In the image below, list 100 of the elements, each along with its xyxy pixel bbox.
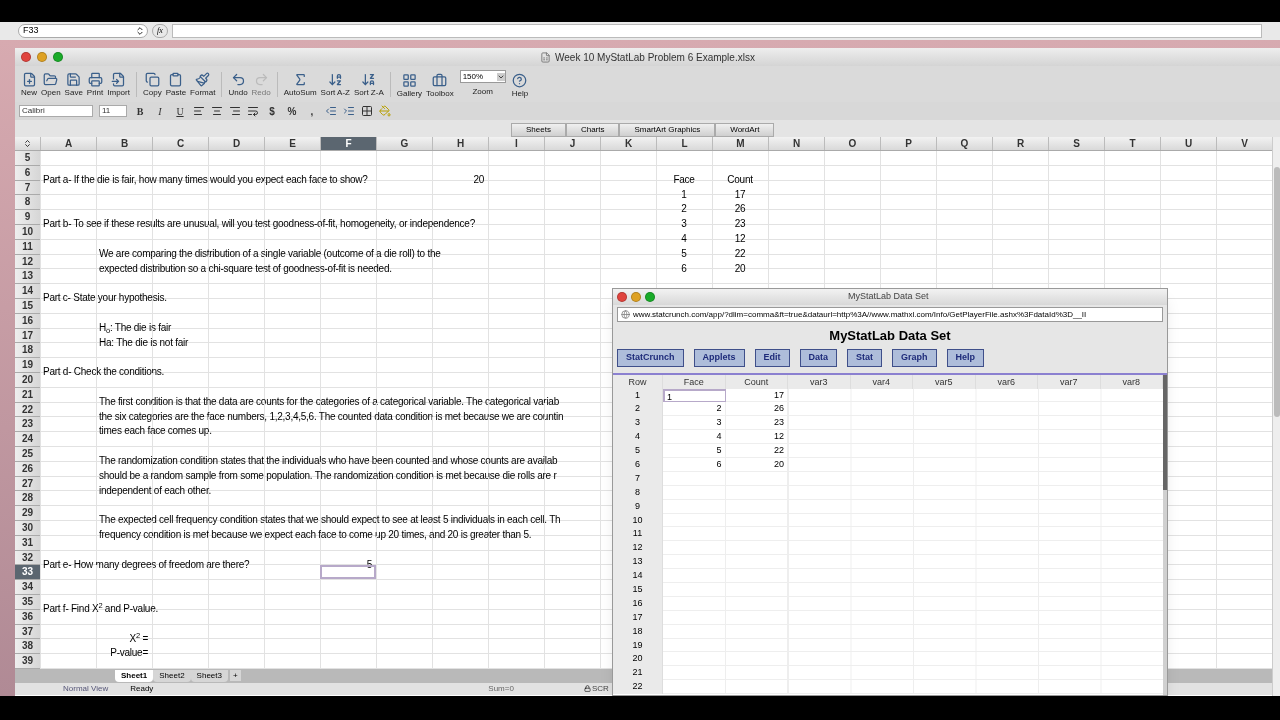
data-cell[interactable] <box>663 499 726 514</box>
row-number[interactable]: 8 <box>15 195 40 211</box>
data-cell[interactable]: 22 <box>725 444 788 458</box>
row-number[interactable]: 23 <box>15 417 40 433</box>
data-cell[interactable]: 6 <box>663 457 726 472</box>
style-button[interactable]: U <box>173 103 187 119</box>
toolbar-button[interactable]: Sort A-Z <box>318 71 352 97</box>
column-header[interactable]: Q <box>936 137 992 150</box>
close-icon[interactable] <box>617 292 627 302</box>
minimize-icon[interactable] <box>37 52 47 62</box>
ribbon-tab[interactable]: Sheets <box>511 123 566 137</box>
data-cell[interactable] <box>663 485 726 500</box>
sheet-tab[interactable]: Sheet3 <box>190 669 228 682</box>
ribbon-tab[interactable]: WordArt <box>715 123 775 137</box>
row-number[interactable]: 28 <box>15 491 40 507</box>
toolbar-button[interactable]: Help <box>509 73 531 98</box>
column-header[interactable]: J <box>544 137 600 150</box>
style-button[interactable]: B <box>133 103 147 119</box>
column-header[interactable]: T <box>1104 137 1160 150</box>
size-select[interactable]: 11 <box>99 105 127 117</box>
data-cell[interactable] <box>663 666 726 681</box>
column-header[interactable]: G <box>376 137 432 150</box>
column-header[interactable]: K <box>600 137 656 150</box>
toolbar-button[interactable]: Undo <box>226 71 250 97</box>
data-cell[interactable] <box>663 582 726 597</box>
data-cell[interactable]: 5 <box>663 444 726 458</box>
data-column-header[interactable]: var3 <box>788 374 851 389</box>
data-column-header[interactable]: Face <box>663 374 726 389</box>
row-number[interactable]: 34 <box>15 580 40 595</box>
toolbar-button[interactable]: New <box>19 71 39 97</box>
column-header[interactable]: P <box>880 137 936 150</box>
row-number[interactable]: 24 <box>15 432 40 447</box>
data-cell[interactable]: 17 <box>725 388 788 403</box>
font-select[interactable]: Calibri <box>19 105 93 117</box>
align-center-icon[interactable] <box>211 105 223 117</box>
menu-button[interactable]: Stat <box>847 348 883 367</box>
column-header[interactable]: R <box>992 137 1048 150</box>
fill-color-icon[interactable] <box>379 105 391 117</box>
column-header[interactable]: A <box>40 137 96 150</box>
data-cell[interactable]: 2 <box>663 402 726 417</box>
column-header[interactable]: B <box>96 137 152 150</box>
align-right-icon[interactable] <box>229 105 241 117</box>
row-number[interactable]: 33 <box>15 565 40 581</box>
menu-button[interactable]: Help <box>946 348 985 367</box>
vertical-scrollbar[interactable] <box>1163 374 1167 695</box>
menu-button[interactable]: Graph <box>892 348 937 367</box>
outdent-icon[interactable] <box>325 105 337 117</box>
data-cell[interactable]: 1 <box>663 388 726 403</box>
sheet-tab[interactable]: Sheet2 <box>153 669 191 682</box>
column-header[interactable]: H <box>432 137 488 150</box>
data-column-header[interactable]: var7 <box>1038 374 1101 389</box>
formula-field[interactable] <box>172 24 1262 38</box>
data-cell[interactable] <box>663 624 726 639</box>
data-cell[interactable]: 4 <box>663 430 726 445</box>
data-cell[interactable]: 20 <box>725 457 788 472</box>
data-column-header[interactable]: var6 <box>975 374 1038 389</box>
column-header[interactable]: D <box>208 137 264 150</box>
data-cell[interactable] <box>663 680 726 695</box>
number-format-button[interactable]: % <box>285 103 299 119</box>
column-header[interactable]: O <box>824 137 880 150</box>
row-number[interactable]: 9 <box>15 210 40 225</box>
indent-icon[interactable] <box>343 105 355 117</box>
toolbar-button[interactable]: Print <box>84 71 106 97</box>
row-number[interactable]: 29 <box>15 506 40 521</box>
data-cell[interactable] <box>663 513 726 528</box>
menu-button[interactable]: StatCrunch <box>617 348 684 367</box>
stepper-icon[interactable] <box>135 26 145 36</box>
row-number[interactable]: 5 <box>15 151 40 166</box>
toolbar-button[interactable]: Toolbox <box>424 73 456 98</box>
row-number[interactable]: 39 <box>15 654 40 669</box>
column-header[interactable]: C <box>152 137 208 150</box>
menu-button[interactable]: Edit <box>754 348 790 367</box>
data-cell[interactable] <box>725 680 788 695</box>
data-column-header[interactable]: Count <box>725 374 788 389</box>
ribbon-tab[interactable]: Charts <box>565 123 620 137</box>
toolbar-button[interactable]: Open <box>39 71 63 97</box>
toolbar-button[interactable]: Save <box>62 71 85 97</box>
row-number[interactable]: 19 <box>15 358 40 373</box>
zoom-icon[interactable] <box>53 52 63 62</box>
borders-icon[interactable] <box>361 105 373 117</box>
zoom-icon[interactable] <box>645 292 655 302</box>
add-sheet-button[interactable]: + <box>229 670 241 682</box>
toolbar-button[interactable]: Copy <box>140 71 164 97</box>
row-number[interactable]: 18 <box>15 343 40 359</box>
menu-button[interactable]: Data <box>799 348 838 367</box>
column-header[interactable]: L <box>656 137 712 150</box>
data-column-header[interactable]: Row <box>613 374 663 389</box>
data-cell[interactable] <box>663 596 726 611</box>
close-icon[interactable] <box>21 52 31 62</box>
data-cell[interactable]: 12 <box>725 430 788 445</box>
data-cell[interactable] <box>663 638 726 653</box>
column-header[interactable]: M <box>712 137 768 150</box>
row-number[interactable]: 38 <box>15 639 40 655</box>
toolbar-button[interactable]: Format <box>188 71 218 97</box>
data-cell[interactable] <box>663 541 726 556</box>
wrap-text-icon[interactable] <box>247 105 259 117</box>
align-left-icon[interactable] <box>193 105 205 117</box>
toolbar-button[interactable]: AutoSum <box>281 71 319 97</box>
data-column-header[interactable]: var4 <box>850 374 913 389</box>
dropdown-icon[interactable] <box>496 72 505 81</box>
